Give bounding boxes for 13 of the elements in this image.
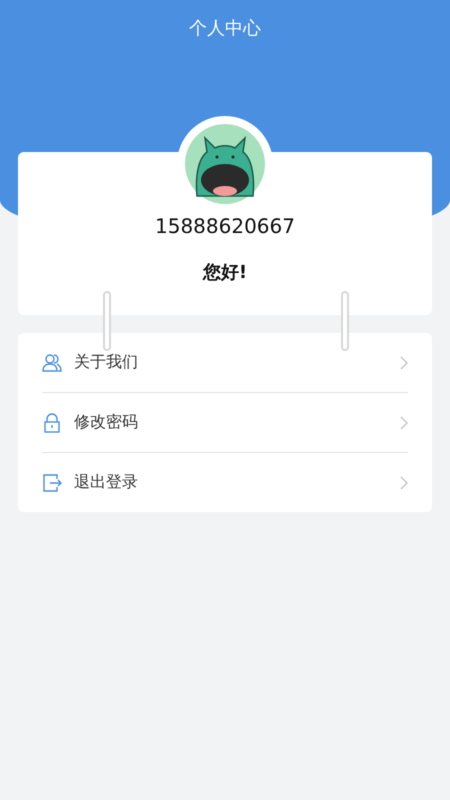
chevron-right-icon — [400, 356, 408, 370]
monster-avatar-icon — [185, 124, 265, 204]
lock-icon — [42, 412, 62, 432]
chevron-right-icon — [400, 416, 408, 430]
logout-icon — [42, 472, 62, 492]
page-title: 个人中心 — [189, 17, 261, 38]
menu-item[interactable]: 退出登录 — [74, 472, 400, 493]
people-icon — [42, 352, 62, 372]
greeting: 您好! — [202, 261, 248, 284]
phone-number: 15888620667 — [155, 214, 295, 238]
menu-item[interactable]: 关于我们 — [74, 352, 400, 373]
chevron-right-icon — [400, 476, 408, 490]
menu-item[interactable]: 修改密码 — [74, 412, 400, 433]
